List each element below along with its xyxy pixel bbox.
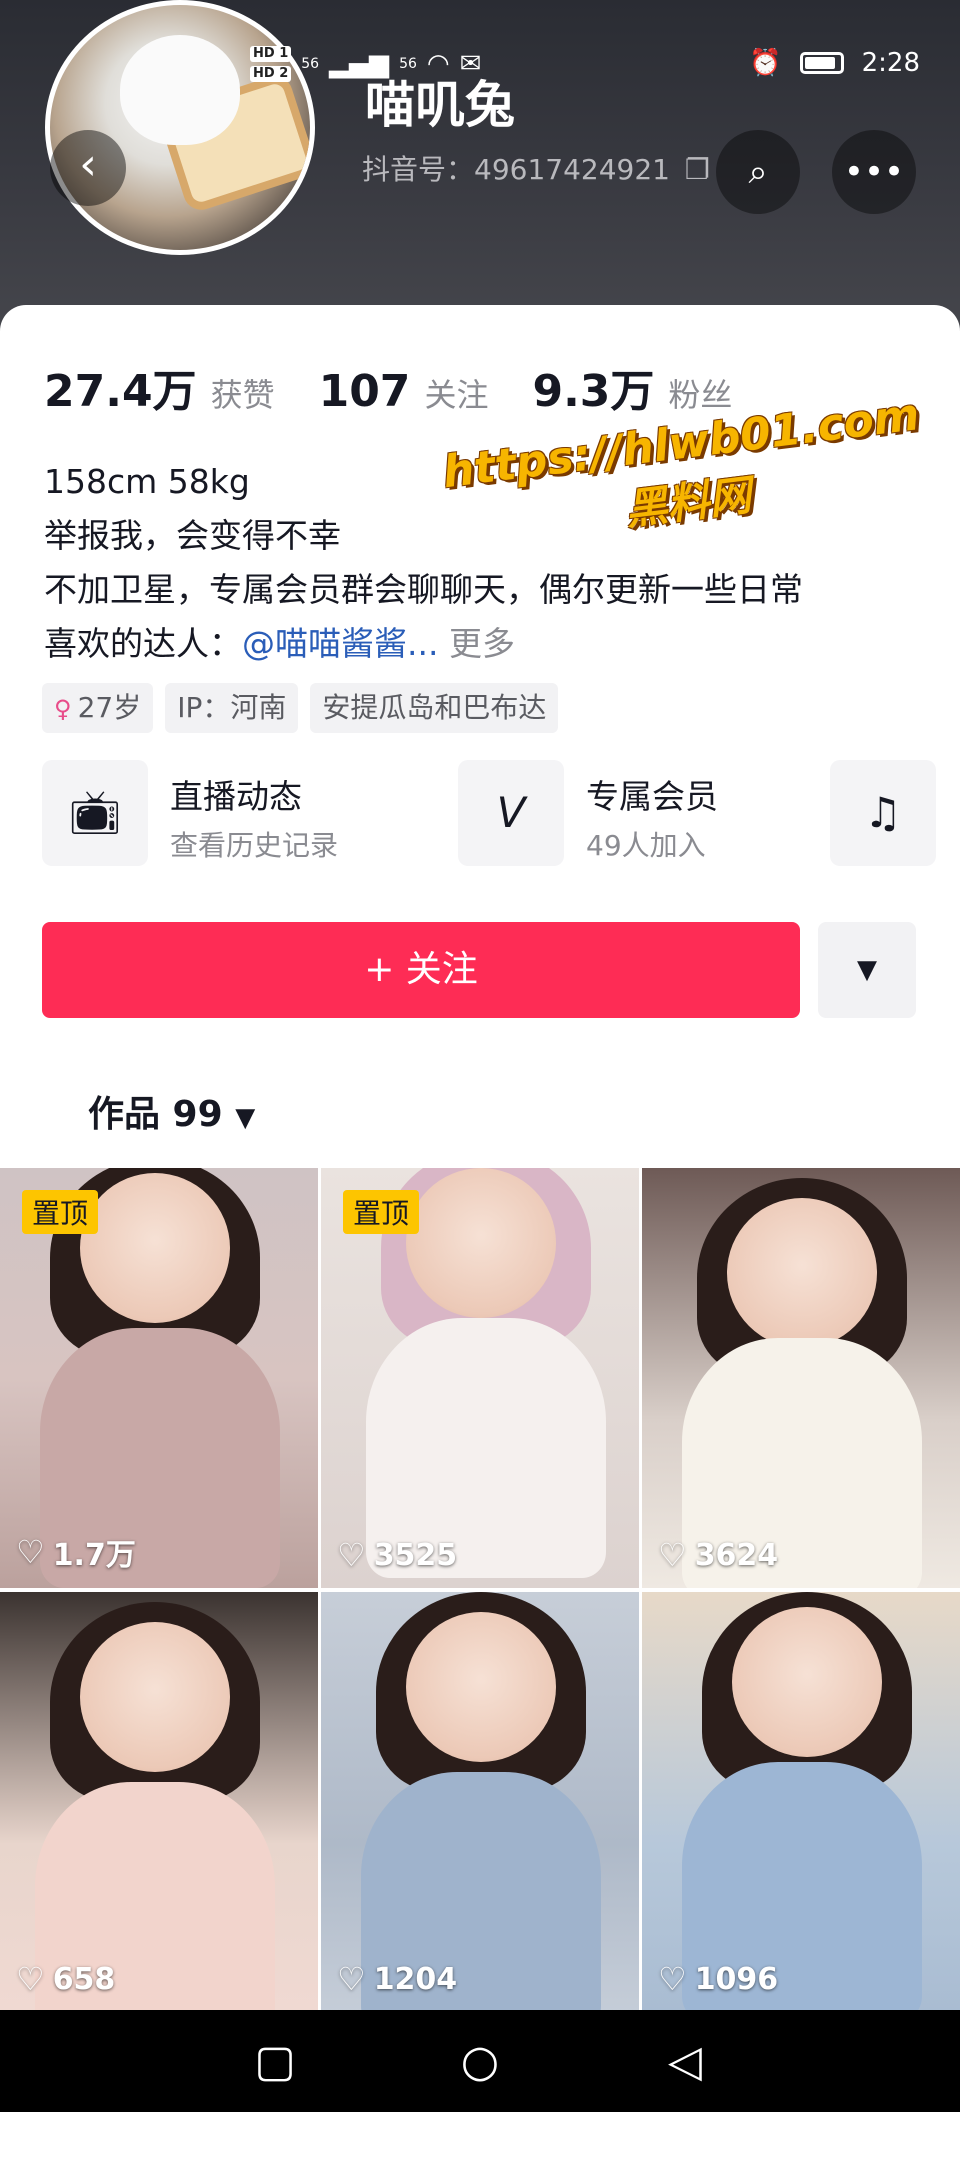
username: 喵叽兔 [365, 76, 515, 134]
bio-line-3: 不加卫星，专属会员群会聊聊天，偶尔更新一些日常 [44, 570, 803, 609]
douyin-id-text: 抖音号：49617424921 [362, 153, 670, 186]
live-subtitle: 查看历史记录 [170, 829, 339, 862]
follow-button[interactable]: + 关注 [42, 922, 800, 1018]
video-thumb-4[interactable]: ♡ 658 [0, 1592, 318, 2012]
heart-icon: ♡ [658, 1960, 687, 1998]
search-icon: ⌕ [748, 152, 768, 192]
video-thumb-3[interactable]: ♡ 3624 [642, 1168, 960, 1588]
live-feature-button[interactable]: 📺︎ [42, 760, 148, 866]
like-count-text: 1096 [694, 1961, 779, 1997]
music-note-icon: ♫ [864, 788, 902, 837]
caret-down-icon: ▼ [235, 1103, 256, 1133]
thumb-figure [406, 1168, 556, 1318]
douyin-id: 抖音号：49617424921 ❐ [362, 148, 710, 188]
like-count: ♡ 1.7万 [16, 1530, 136, 1574]
heart-icon: ♡ [16, 1960, 45, 1998]
following-label: 关注 [424, 376, 489, 414]
back-nav-button[interactable]: ◁ [655, 2032, 715, 2092]
status-right: ⏰ 2:28 [749, 48, 920, 78]
like-count: ♡ 658 [16, 1960, 115, 1998]
heart-icon: ♡ [337, 1960, 366, 1998]
music-button[interactable]: ♫ [830, 760, 936, 866]
like-count-text: 3624 [694, 1537, 779, 1573]
thumb-figure [406, 1612, 556, 1762]
battery-icon [799, 52, 844, 74]
profile-header: ‹ HD 1 HD 2 56 ▂▄▆ 56 ◠ ✉ ⏰ 2:28 喵叽兔 抖音号… [0, 0, 960, 330]
location-tag: 安提瓜岛和巴布达 [310, 683, 559, 733]
back-button[interactable]: ‹ [50, 130, 126, 206]
caret-down-icon: ▼ [857, 955, 877, 985]
member-subtitle: 49人加入 [586, 829, 706, 862]
recents-button[interactable]: ▢ [245, 2032, 305, 2092]
likes-count[interactable]: 27.4万 [44, 355, 197, 419]
thumb-figure [80, 1622, 230, 1772]
like-count-text: 1204 [373, 1961, 458, 1997]
clock: 2:28 [861, 48, 920, 78]
mention-link[interactable]: @喵喵酱酱... [242, 624, 438, 663]
thumb-figure [732, 1607, 882, 1757]
hd-badges: HD 1 HD 2 [250, 46, 292, 82]
thumb-figure [727, 1198, 877, 1348]
signal-label-1: 56 [301, 56, 320, 72]
tv-icon: 📺︎ [68, 788, 122, 837]
age-tag: ♀ 27岁 [42, 683, 154, 733]
pinned-badge: 置顶 [22, 1190, 99, 1234]
tags-row: ♀ 27岁 IP：河南 安提瓜岛和巴布达 [42, 683, 559, 733]
live-title[interactable]: 直播动态 [170, 770, 302, 818]
more-icon: ••• [843, 152, 905, 192]
like-count-text: 1.7万 [52, 1538, 136, 1573]
followers-count[interactable]: 9.3万 [532, 355, 654, 419]
likes-label: 获赞 [210, 376, 275, 414]
tab-works[interactable]: 作品 99 ▼ [88, 1085, 255, 1137]
more-button[interactable]: ••• [832, 130, 916, 214]
pinned-badge: 置顶 [343, 1190, 420, 1234]
heart-icon: ♡ [16, 1533, 45, 1571]
like-count-text: 658 [52, 1961, 116, 1997]
video-thumb-2[interactable]: 置顶 ♡ 3525 [321, 1168, 639, 1588]
like-count: ♡ 1096 [658, 1960, 778, 1998]
hd1-badge: HD 1 [250, 46, 292, 62]
female-icon: ♀ [54, 695, 72, 723]
copy-icon[interactable]: ❐ [685, 153, 710, 186]
triangle-back-icon: ◁ [668, 2036, 702, 2087]
chevron-left-icon: ‹ [79, 139, 97, 190]
home-button[interactable]: ○ [450, 2032, 510, 2092]
feature-row: 📺︎ 直播动态 查看历史记录 V 专属会员 49人加入 ♫ [42, 760, 942, 870]
square-icon: ▢ [254, 2036, 296, 2087]
followers-label: 粉丝 [668, 376, 733, 414]
like-count: ♡ 3624 [658, 1536, 778, 1574]
member-feature-button[interactable]: V [458, 760, 564, 866]
avatar[interactable] [45, 0, 315, 255]
like-count: ♡ 3525 [337, 1536, 457, 1574]
thumb-figure [80, 1173, 230, 1323]
video-thumb-1[interactable]: 置顶 ♡ 1.7万 [0, 1168, 318, 1588]
search-button[interactable]: ⌕ [716, 130, 800, 214]
ip-tag: IP：河南 [165, 683, 299, 733]
circle-icon: ○ [460, 2036, 500, 2087]
favorite-creators-label: 喜欢的达人： [44, 624, 242, 663]
bio-line-4: 喜欢的达人：@喵喵酱酱... 更多 [44, 617, 803, 671]
member-title[interactable]: 专属会员 [586, 770, 718, 818]
age-text: 27岁 [77, 691, 142, 724]
recommend-dropdown-button[interactable]: ▼ [818, 922, 916, 1018]
video-thumb-5[interactable]: ♡ 1204 [321, 1592, 639, 2012]
video-thumb-6[interactable]: ♡ 1096 [642, 1592, 960, 2012]
v-heart-icon: V [496, 788, 526, 837]
alarm-icon: ⏰ [749, 48, 782, 78]
following-count[interactable]: 107 [319, 366, 411, 417]
like-count: ♡ 1204 [337, 1960, 457, 1998]
works-tab-label: 作品 99 [88, 1094, 223, 1135]
heart-icon: ♡ [337, 1536, 366, 1574]
system-nav-bar: ▢ ○ ◁ [0, 2010, 960, 2112]
stats-row: 27.4万 获赞 107 关注 9.3万 粉丝 [44, 355, 776, 419]
video-grid: 置顶 ♡ 1.7万 置顶 ♡ 3525 ♡ 3624 ♡ 658 ♡ 1204 ♡ 1096 [0, 1168, 960, 2012]
heart-icon: ♡ [658, 1536, 687, 1574]
like-count-text: 3525 [373, 1537, 458, 1573]
bio-more-link[interactable]: 更多 [449, 624, 515, 663]
hd2-badge: HD 2 [250, 66, 292, 82]
